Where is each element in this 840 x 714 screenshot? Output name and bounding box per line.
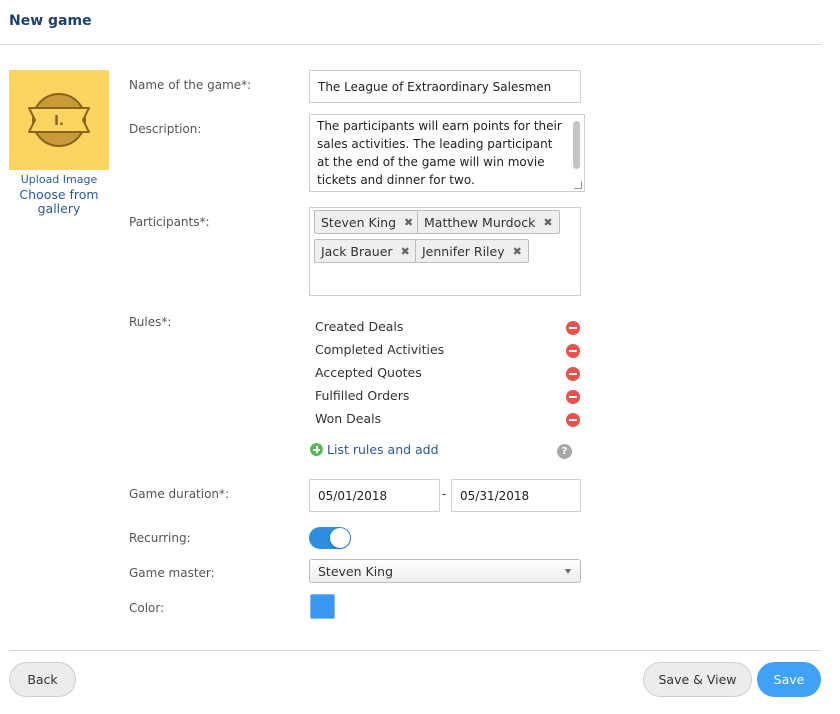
list-rules-add-link[interactable]: List rules and add [310,442,439,457]
add-circle-icon [310,443,323,456]
game-master-value: Steven King [318,563,394,579]
participant-name: Jack Brauer [321,243,393,259]
page-header: New game [0,0,822,45]
choose-gallery-link[interactable]: Choose from gallery [9,188,109,216]
color-swatch[interactable] [310,594,335,619]
description-scrollbar[interactable] [573,121,580,169]
participant-tag: Matthew Murdock ✖ [417,210,560,234]
game-image-panel: I. Upload Image Choose from gallery [9,70,109,216]
description-label: Description: [129,122,202,136]
start-date-value: 05/01/2018 [318,488,388,503]
participant-tag: Jack Brauer ✖ [314,239,417,263]
game-master-select[interactable]: Steven King [309,559,581,583]
color-label: Color: [129,601,165,615]
participants-field[interactable]: Steven King ✖ Matthew Murdock ✖ Jack Bra… [309,207,581,296]
end-date-input[interactable]: 05/31/2018 [451,479,581,512]
rule-item: Fulfilled Orders [315,388,410,403]
remove-rule-icon[interactable] [566,390,580,404]
remove-participant-icon[interactable]: ✖ [404,216,413,229]
start-date-input[interactable]: 05/01/2018 [309,479,440,512]
save-button[interactable]: Save [757,662,821,697]
name-label: Name of the game*: [129,78,252,92]
back-button[interactable]: Back [9,662,76,697]
participants-label: Participants*: [129,215,210,229]
duration-label: Game duration*: [129,487,230,501]
participant-tag: Steven King ✖ [314,210,421,234]
help-icon[interactable]: ? [557,444,572,459]
upload-image-link[interactable]: Upload Image [9,173,109,186]
remove-rule-icon[interactable] [566,321,580,335]
toggle-knob [330,528,350,548]
recurring-toggle[interactable] [309,527,351,549]
game-name-input[interactable]: The League of Extraordinary Salesmen [309,70,581,103]
participant-name: Matthew Murdock [424,214,536,230]
participant-name: Steven King [321,214,397,230]
chevron-down-icon [565,569,571,574]
rule-item: Created Deals [315,319,404,334]
rule-item: Won Deals [315,411,382,426]
game-master-label: Game master: [129,566,215,580]
list-rules-add-label: List rules and add [327,442,439,457]
resize-grip-icon[interactable] [574,181,582,189]
game-image[interactable]: I. [9,70,109,170]
date-separator: - [442,487,447,501]
recurring-label: Recurring: [129,531,191,545]
participant-tag: Jennifer Riley ✖ [415,239,529,263]
medal-badge-icon: I. [28,93,90,147]
remove-participant-icon[interactable]: ✖ [401,245,410,258]
game-name-value: The League of Extraordinary Salesmen [318,79,552,94]
description-textarea[interactable]: The participants will earn points for th… [309,114,585,192]
rules-label: Rules*: [129,315,172,329]
participant-name: Jennifer Riley [422,243,505,259]
remove-participant-icon[interactable]: ✖ [513,245,522,258]
save-view-button[interactable]: Save & View [643,662,752,697]
rule-item: Completed Activities [315,342,445,357]
remove-rule-icon[interactable] [566,413,580,427]
remove-rule-icon[interactable] [566,367,580,381]
footer-divider [9,650,821,651]
end-date-value: 05/31/2018 [460,488,530,503]
remove-participant-icon[interactable]: ✖ [543,216,552,229]
description-value: The participants will earn points for th… [317,119,562,187]
badge-text: I. [54,114,64,129]
page-title: New game [9,13,92,29]
rule-item: Accepted Quotes [315,365,422,380]
remove-rule-icon[interactable] [566,344,580,358]
